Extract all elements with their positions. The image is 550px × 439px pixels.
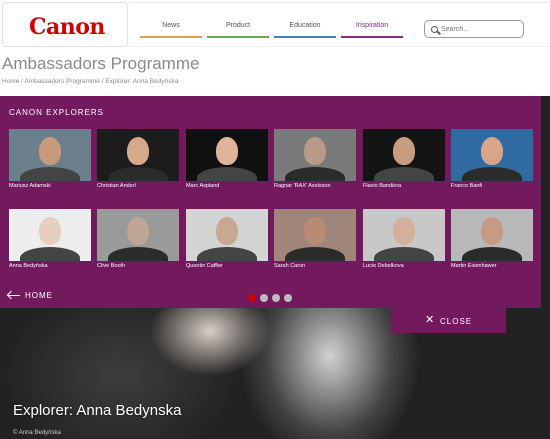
explorer-face: [39, 217, 61, 245]
close-button[interactable]: ✕ CLOSE: [391, 308, 506, 333]
explorer-name: Clive Booth: [97, 263, 126, 269]
explorer-photo: [451, 129, 533, 181]
breadcrumb-current: Explorer: Anna Bedyńska: [105, 78, 179, 85]
explorer-name: Ragnar 'RAX' Axelsson: [274, 183, 331, 189]
explorer-tile[interactable]: Quentin Caffier: [186, 209, 268, 269]
explorer-face: [216, 217, 238, 245]
pagination-dot-4[interactable]: [284, 294, 292, 302]
explorer-silhouette: [462, 247, 522, 261]
close-label: CLOSE: [440, 317, 473, 326]
explorer-tile[interactable]: Christian Anderl: [97, 129, 179, 189]
explorer-silhouette: [374, 167, 434, 181]
explorer-silhouette: [197, 167, 257, 181]
explorer-tile[interactable]: Clive Booth: [97, 209, 179, 269]
explorer-name: Franco Banfi: [451, 183, 483, 189]
explorer-silhouette: [285, 247, 345, 261]
pagination-dot-3[interactable]: [272, 294, 280, 302]
explorer-face: [393, 137, 415, 165]
pagination-dot-1[interactable]: [248, 294, 256, 302]
explorer-silhouette: [374, 247, 434, 261]
explorer-name: Martin Eisenhawer: [451, 263, 497, 269]
explorer-photo: [274, 209, 356, 261]
explorer-tile[interactable]: Martin Eisenhawer: [451, 209, 533, 269]
explorer-face: [481, 217, 503, 245]
explorer-name: Flavio Bandiera: [363, 183, 402, 189]
nav-item-product[interactable]: Product: [207, 20, 269, 38]
explorer-name: Sarah Caron: [274, 263, 306, 269]
explorer-silhouette: [285, 167, 345, 181]
explorer-face: [304, 137, 326, 165]
hero-title: Explorer: Anna Bedynska: [13, 402, 182, 419]
explorer-face: [481, 137, 503, 165]
canon-logo[interactable]: Canon: [29, 14, 105, 40]
home-label: HOME: [25, 291, 53, 300]
pagination-dot-2[interactable]: [260, 294, 268, 302]
explorer-photo: [186, 209, 268, 261]
explorer-tile[interactable]: Ragnar 'RAX' Axelsson: [274, 129, 356, 189]
explorer-photo: [274, 129, 356, 181]
explorer-name: Mariusz Adamski: [9, 183, 51, 189]
explorer-face: [127, 137, 149, 165]
explorer-silhouette: [108, 167, 168, 181]
explorer-photo: [9, 209, 91, 261]
explorer-tile[interactable]: Marc Aspland: [186, 129, 268, 189]
close-icon: ✕: [425, 314, 436, 326]
explorer-face: [304, 217, 326, 245]
explorer-face: [216, 137, 238, 165]
explorer-photo: [97, 209, 179, 261]
breadcrumb: Home / Ambassadors Programme / Explorer:…: [2, 78, 178, 85]
overlay-heading: CANON EXPLORERS: [9, 108, 105, 117]
explorer-name: Christian Anderl: [97, 183, 136, 189]
explorer-face: [127, 217, 149, 245]
explorer-photo: [451, 209, 533, 261]
explorer-face: [393, 217, 415, 245]
explorer-name: Lucie Debelkova: [363, 263, 404, 269]
search-icon[interactable]: [431, 26, 438, 33]
explorer-silhouette: [20, 247, 80, 261]
breadcrumb-ambassadors[interactable]: Ambassadors Programme: [24, 78, 100, 85]
search-input[interactable]: [441, 23, 521, 35]
pagination-dots: [248, 289, 296, 307]
explorer-face: [39, 137, 61, 165]
explorer-photo: [97, 129, 179, 181]
explorer-silhouette: [462, 167, 522, 181]
explorer-photo: [363, 209, 445, 261]
page-title: Ambassadors Programme: [2, 54, 200, 73]
explorer-name: Marc Aspland: [186, 183, 220, 189]
explorer-photo: [363, 129, 445, 181]
search-box[interactable]: [424, 20, 524, 38]
arrow-left-icon: [8, 295, 20, 297]
explorer-silhouette: [20, 167, 80, 181]
nav-item-inspiration[interactable]: Inspiration: [341, 20, 403, 38]
explorer-tile[interactable]: Anna Bedyńska: [9, 209, 91, 269]
breadcrumb-home[interactable]: Home: [2, 78, 19, 85]
photo-credit: © Anna Bedyńska: [13, 430, 61, 436]
explorer-tile[interactable]: Flavio Bandiera: [363, 129, 445, 189]
explorer-tile[interactable]: Lucie Debelkova: [363, 209, 445, 269]
explorer-silhouette: [108, 247, 168, 261]
nav-item-education[interactable]: Education: [274, 20, 336, 38]
home-link[interactable]: HOME: [8, 291, 53, 303]
explorer-name: Anna Bedyńska: [9, 263, 48, 269]
explorer-name: Quentin Caffier: [186, 263, 223, 269]
explorer-photo: [9, 129, 91, 181]
explorer-silhouette: [197, 247, 257, 261]
explorer-tile[interactable]: Franco Banfi: [451, 129, 533, 189]
explorer-tile[interactable]: Mariusz Adamski: [9, 129, 91, 189]
nav-item-news[interactable]: News: [140, 20, 202, 38]
logo-box[interactable]: Canon: [2, 2, 128, 47]
explorer-photo: [186, 129, 268, 181]
explorers-overlay: CANON EXPLORERS Mariusz Adamski Christian…: [0, 96, 541, 308]
explorer-tile[interactable]: Sarah Caron: [274, 209, 356, 269]
